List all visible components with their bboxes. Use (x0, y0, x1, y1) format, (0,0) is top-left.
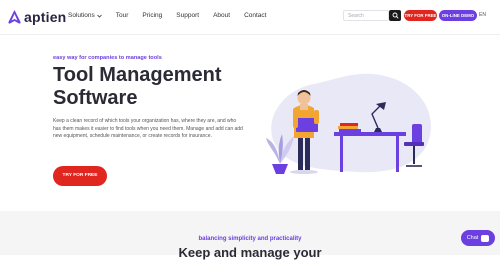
hero-illustration (266, 73, 431, 174)
logo[interactable]: aptien (8, 9, 66, 25)
nav-item-about[interactable]: About (213, 12, 230, 19)
search-icon (392, 12, 399, 19)
hero-kicker: easy way for companies to manage tools (53, 55, 162, 61)
site-header: aptien Solutions Tour Pricing Support Ab… (0, 0, 500, 35)
nav-item-label: Solutions (68, 12, 95, 19)
nav-item-pricing[interactable]: Pricing (142, 12, 162, 19)
hero-description: Keep a clean record of which tools your … (53, 118, 243, 140)
hero-try-for-free-button[interactable]: TRY FOR FREE (53, 166, 107, 186)
brand-name: aptien (24, 9, 67, 25)
aptien-logo-icon (8, 10, 21, 24)
chevron-down-icon (96, 14, 102, 18)
hero-title: Tool Management Software (53, 64, 253, 110)
nav-item-solutions[interactable]: Solutions (68, 12, 102, 19)
features-title: Keep and manage your (178, 245, 322, 260)
chat-button[interactable]: Chat (461, 230, 495, 246)
language-selector[interactable]: EN (479, 12, 486, 18)
hero-title-line-2: Software (53, 87, 138, 109)
hero-title-line-1: Tool Management (53, 64, 222, 86)
nav-item-support[interactable]: Support (176, 12, 199, 19)
main-nav: Solutions Tour Pricing Support About Con… (68, 12, 266, 19)
chat-bubble-icon (481, 234, 490, 242)
nav-item-contact[interactable]: Contact (244, 12, 266, 19)
search-input[interactable]: Search (343, 10, 389, 21)
online-demo-button[interactable]: ON-LINE DEMO (439, 10, 477, 21)
try-for-free-button[interactable]: TRY FOR FREE (404, 10, 437, 21)
chat-label: Chat (466, 235, 479, 241)
nav-item-tour[interactable]: Tour (116, 12, 129, 19)
features-kicker: balancing simplicity and practicality (198, 236, 302, 242)
search-button[interactable] (389, 10, 401, 21)
